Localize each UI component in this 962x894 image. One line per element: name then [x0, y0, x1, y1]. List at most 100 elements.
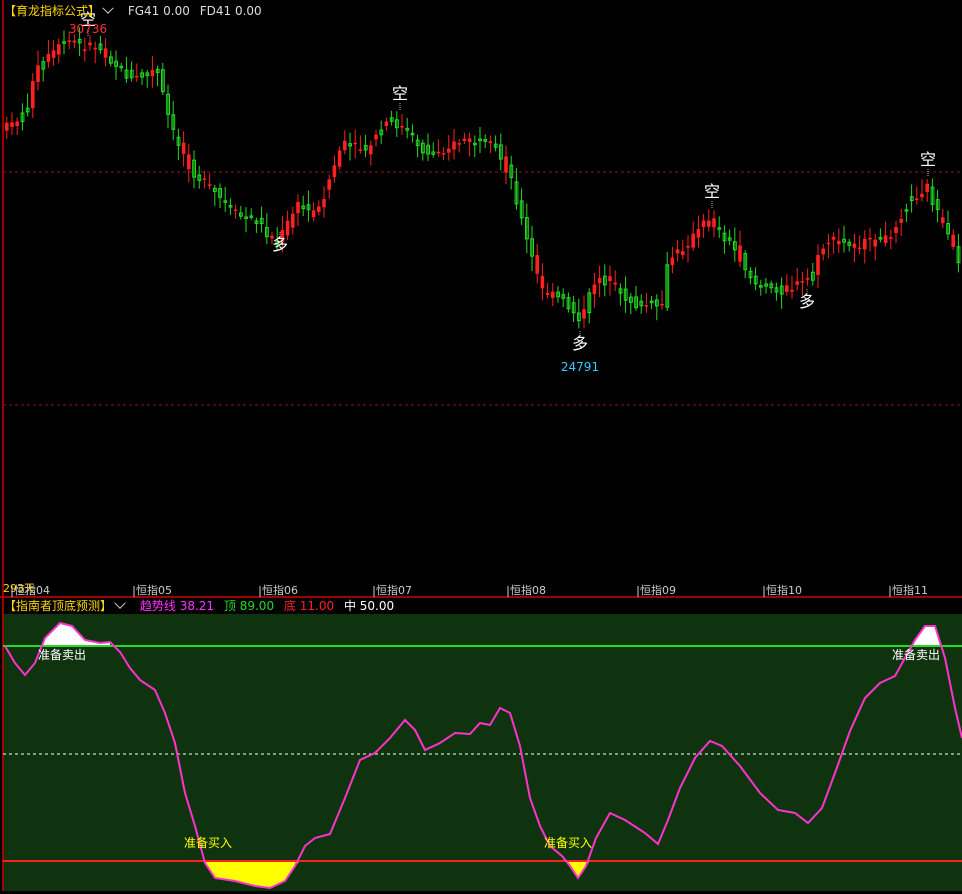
candlestick	[457, 139, 461, 153]
candlestick	[41, 56, 46, 82]
candlestick	[447, 135, 451, 161]
candlestick	[15, 117, 19, 136]
candlestick	[421, 139, 425, 161]
candle-body	[285, 220, 290, 236]
candlestick	[597, 265, 602, 298]
candlestick	[951, 229, 955, 250]
main-indicator-selector[interactable]: 【育龙指标公式】	[4, 2, 118, 18]
candlestick	[150, 55, 155, 88]
candle-body	[795, 281, 799, 285]
chevron-down-icon[interactable]	[102, 2, 114, 14]
candle-body	[660, 304, 664, 306]
main-header: 【育龙指标公式】 FG41 0.00 FD41 0.00	[4, 2, 268, 18]
candlestick	[483, 134, 488, 148]
candlestick	[779, 277, 784, 309]
candlestick	[207, 173, 212, 190]
candlestick	[493, 135, 498, 152]
candle-body	[899, 218, 903, 223]
candle-body	[207, 184, 212, 186]
candlestick	[109, 50, 113, 67]
candlestick	[296, 194, 300, 227]
candlestick	[124, 56, 129, 83]
short-signal-label: 空	[392, 84, 408, 103]
candle-body	[67, 40, 71, 42]
candlestick	[259, 206, 264, 233]
candlestick	[530, 225, 535, 271]
candlestick	[540, 263, 545, 301]
main-chart-panel[interactable]: 空空空空多多多 30736 24791 293天 恒指04 恒指05 恒指06 恒指07 恒指0…	[0, 0, 962, 598]
candlestick	[904, 203, 909, 222]
candlestick	[93, 41, 97, 64]
candlestick	[473, 135, 477, 158]
candle-body	[582, 309, 586, 319]
candle-body	[816, 255, 820, 276]
candlestick	[415, 134, 420, 158]
candlestick	[889, 229, 893, 250]
candle-body	[462, 138, 467, 142]
candlestick	[571, 295, 576, 323]
candlestick	[322, 186, 326, 218]
candle-body	[608, 276, 612, 282]
candle-body	[374, 134, 378, 140]
candlestick	[837, 228, 841, 253]
candlestick	[488, 135, 493, 153]
candlestick	[925, 179, 929, 203]
candlestick	[509, 156, 514, 190]
candlestick	[410, 124, 415, 143]
candle-body	[10, 122, 14, 128]
candlestick	[441, 147, 446, 161]
candlestick	[795, 267, 799, 291]
candlestick	[696, 215, 701, 248]
candlestick	[176, 128, 181, 160]
candle-body	[738, 245, 742, 262]
candlestick	[587, 288, 592, 324]
candlestick	[634, 285, 639, 311]
candlestick	[956, 233, 961, 273]
candlestick	[379, 120, 384, 145]
value-trend: 趋势线 38.21	[139, 599, 215, 613]
candlestick	[722, 225, 727, 254]
candle-body	[504, 156, 508, 173]
candlestick	[51, 40, 56, 66]
candle-body	[488, 141, 493, 144]
candle-body	[337, 150, 342, 167]
candlestick	[582, 295, 586, 328]
candlestick	[920, 179, 924, 202]
indicator-panel[interactable]: 准备卖出 准备卖出 准备买入 准备买入 【指南者顶底预测】 趋势线 38.21 顶 8…	[0, 597, 962, 891]
candlestick	[535, 243, 539, 284]
candlestick	[915, 186, 919, 205]
chevron-down-icon[interactable]	[114, 597, 126, 609]
candlestick	[332, 155, 337, 183]
candle-body	[103, 48, 108, 58]
candle-body	[889, 237, 893, 239]
candlestick-chart[interactable]: 空空空空多多多3073624791293天恒指04 恒指05 恒指06 恒指07 恒指0…	[0, 0, 962, 598]
candlestick	[337, 146, 342, 170]
candlestick	[343, 130, 347, 155]
candlestick	[31, 73, 35, 118]
candlestick	[254, 217, 259, 233]
candle-body	[805, 277, 810, 280]
candle-body	[88, 42, 92, 46]
indicator-chart[interactable]: 准备卖出 准备卖出准备买入 准备买入	[0, 598, 962, 891]
candlestick	[98, 35, 103, 54]
candlestick	[72, 34, 77, 49]
candle-body	[150, 70, 155, 77]
candle-body	[31, 81, 35, 109]
candlestick	[831, 232, 836, 254]
candlestick	[10, 112, 14, 135]
candlestick	[306, 190, 311, 222]
candlestick	[592, 272, 597, 308]
candle-body	[800, 281, 805, 283]
candle-body	[187, 154, 191, 170]
buy-signal-label: 准备买入	[544, 836, 592, 850]
candlestick	[655, 294, 659, 321]
candlestick	[618, 283, 623, 306]
main-indicator-title: 【育龙指标公式】	[4, 4, 101, 18]
indicator-selector[interactable]: 【指南者顶底预测】	[4, 597, 130, 613]
candlestick	[103, 38, 108, 67]
candlestick	[941, 208, 945, 229]
candle-body	[883, 235, 888, 243]
candlestick	[712, 210, 716, 238]
candle-body	[311, 210, 316, 218]
candlestick	[675, 240, 680, 262]
